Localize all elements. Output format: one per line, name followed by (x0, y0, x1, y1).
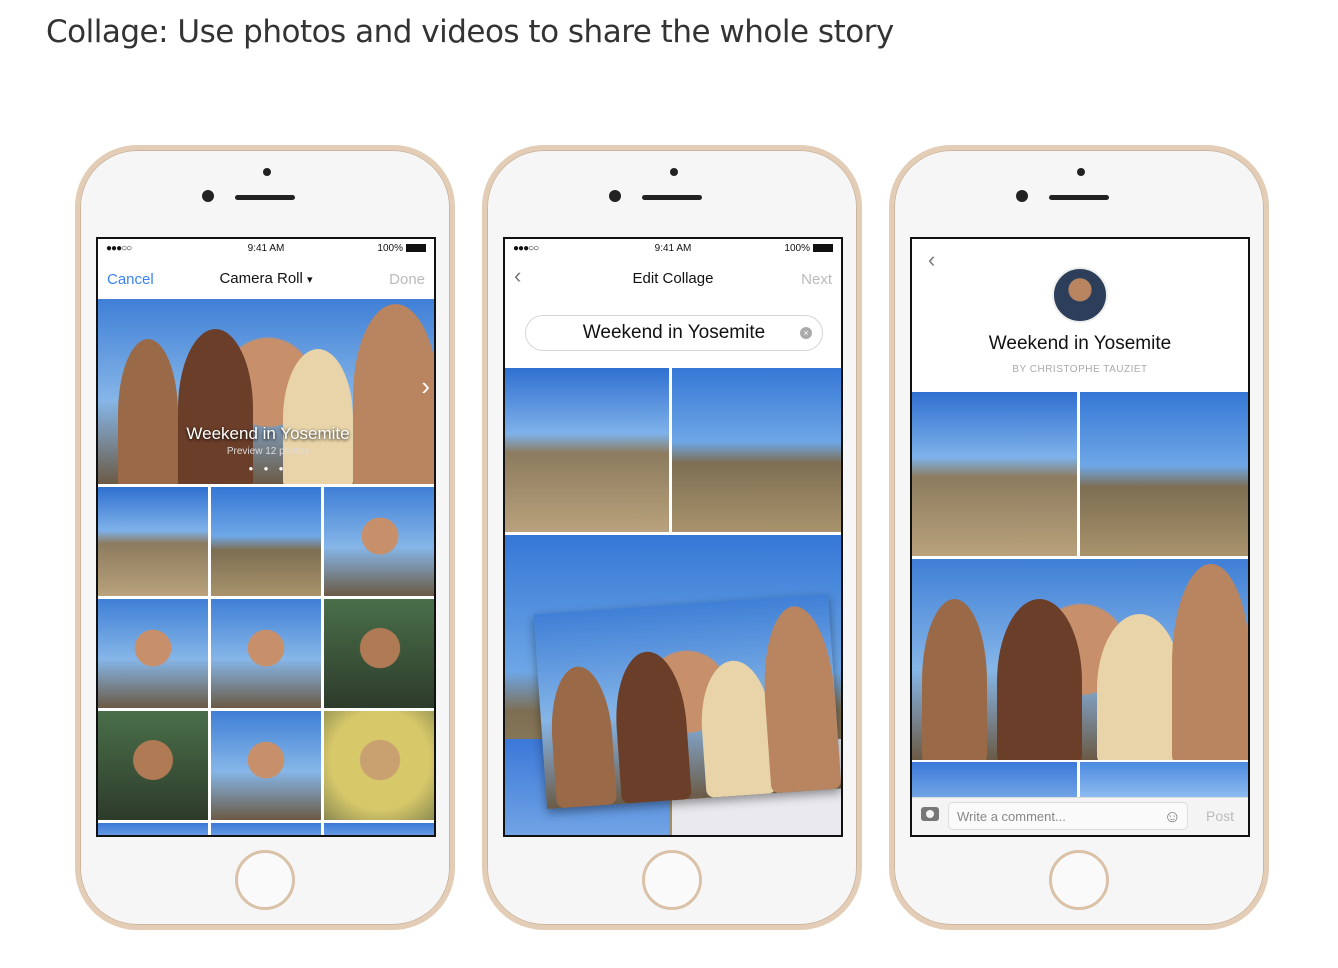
photo-thumbnail[interactable] (324, 487, 434, 596)
earpiece (642, 195, 702, 200)
collage-photo[interactable] (912, 762, 1077, 798)
home-button (235, 850, 295, 910)
collage-subtitle: Preview 12 photos (226, 446, 310, 457)
front-camera (609, 190, 621, 202)
done-button[interactable]: Done (389, 271, 425, 288)
phone-edit-collage: ●●●○○ 9:41 AM 100% ‹ Edit Collage Next W… (482, 145, 862, 930)
photo-thumbnail[interactable] (324, 599, 434, 708)
earpiece (1049, 195, 1109, 200)
clear-icon[interactable]: × (800, 327, 812, 339)
battery-icon: 100% (377, 243, 426, 254)
album-title: Camera Roll (219, 270, 303, 287)
back-icon[interactable]: ‹ (928, 247, 935, 273)
screen-title: Edit Collage (632, 270, 714, 287)
byline[interactable]: BY CHRISTOPHE TAUZIET (912, 364, 1248, 375)
chevron-right-icon[interactable]: › (421, 371, 430, 402)
avatar[interactable] (1052, 267, 1108, 323)
photo-thumbnail[interactable] (211, 487, 321, 596)
photo-thumbnail[interactable] (211, 711, 321, 820)
front-sensor (263, 168, 271, 176)
photo-thumbnail[interactable] (211, 599, 321, 708)
album-selector[interactable]: Camera Roll ▾ (98, 270, 434, 287)
screen: ●●●○○ 9:41 AM 100% ‹ Edit Collage Next W… (503, 237, 843, 837)
comment-input[interactable]: Write a comment... ☺ (948, 802, 1188, 830)
phone-collage-post: ‹ Weekend in Yosemite BY CHRISTOPHE TAUZ… (889, 145, 1269, 930)
dragged-photo[interactable] (533, 593, 841, 810)
home-button (642, 850, 702, 910)
front-camera (1016, 190, 1028, 202)
smiley-icon[interactable]: ☺ (1164, 807, 1181, 827)
battery-icon: 100% (784, 243, 833, 254)
screen: ●●●○○ 9:41 AM 100% Cancel Camera Roll ▾ … (96, 237, 436, 837)
camera-icon[interactable] (921, 807, 939, 821)
collage-photo[interactable] (672, 368, 841, 532)
next-button[interactable]: Next (801, 271, 832, 288)
screen: ‹ Weekend in Yosemite BY CHRISTOPHE TAUZ… (910, 237, 1250, 837)
collage-title-value: Weekend in Yosemite (582, 322, 766, 343)
comment-placeholder: Write a comment... (957, 809, 1066, 824)
photo-thumbnail[interactable] (98, 487, 208, 596)
front-sensor (670, 168, 678, 176)
chevron-down-icon: ▾ (307, 274, 313, 286)
front-camera (202, 190, 214, 202)
photo-thumbnail[interactable] (98, 599, 208, 708)
earpiece (235, 195, 295, 200)
collage-photo[interactable] (505, 368, 669, 532)
collage-title: Weekend in Yosemite (186, 424, 350, 443)
photo-thumbnail[interactable] (324, 823, 434, 835)
status-bar: ●●●○○ 9:41 AM 100% (98, 239, 434, 259)
battery-label: 100% (377, 243, 403, 254)
page-title: Collage: Use photos and videos to share … (46, 14, 894, 50)
comment-bar: Write a comment... ☺ Post (912, 797, 1248, 835)
collage-preview[interactable]: Weekend in Yosemite Preview 12 photos ● … (98, 299, 434, 484)
nav-bar: ‹ Edit Collage Next (505, 259, 841, 299)
photo-thumbnail[interactable] (98, 823, 208, 835)
collage-photo[interactable] (912, 392, 1077, 556)
page-indicator: ● ● ● (248, 464, 288, 473)
status-bar: ●●●○○ 9:41 AM 100% (505, 239, 841, 259)
collage-title: Weekend in Yosemite (988, 333, 1172, 354)
nav-bar: Cancel Camera Roll ▾ Done (98, 259, 434, 299)
front-sensor (1077, 168, 1085, 176)
photo-thumbnail[interactable] (324, 711, 434, 820)
collage-photo[interactable] (912, 559, 1248, 760)
phone-camera-roll: ●●●○○ 9:41 AM 100% Cancel Camera Roll ▾ … (75, 145, 455, 930)
photo-thumbnail[interactable] (98, 711, 208, 820)
collage-title-input[interactable]: Weekend in Yosemite × (525, 315, 823, 351)
collage-photo[interactable] (1080, 392, 1248, 556)
collage-photo[interactable] (1080, 762, 1248, 798)
home-button (1049, 850, 1109, 910)
battery-label: 100% (784, 243, 810, 254)
post-button[interactable]: Post (1206, 808, 1234, 824)
photo-thumbnail[interactable] (211, 823, 321, 835)
